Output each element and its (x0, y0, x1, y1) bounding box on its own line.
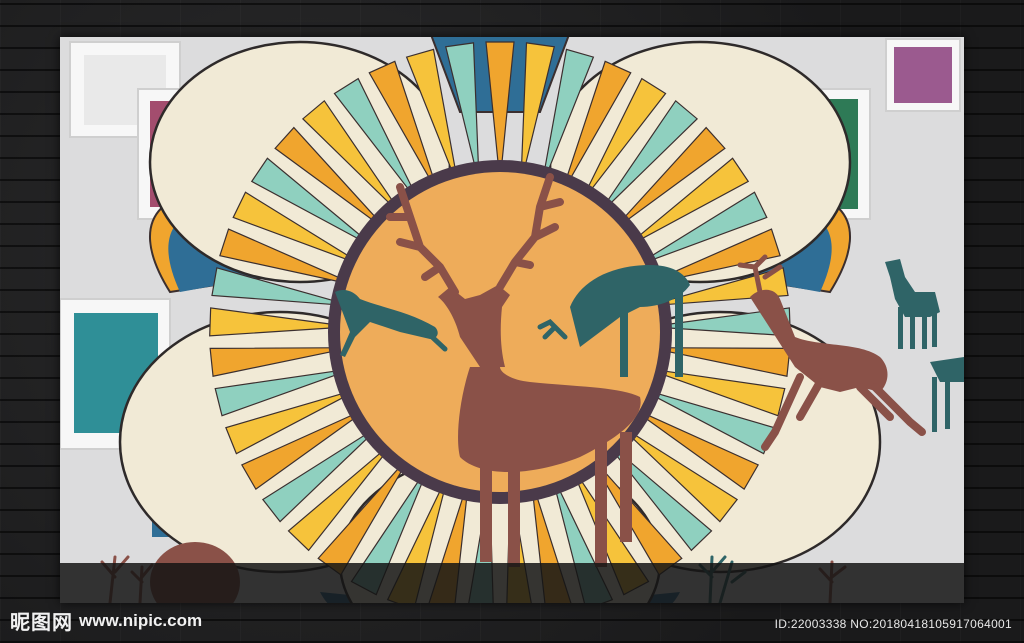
image-id-text: ID:22003338 NO:20180418105917064001 (774, 617, 1012, 631)
standing-deer (885, 259, 940, 349)
site-url: www.nipic.com (79, 610, 203, 630)
brand-name: 昵图网 (10, 612, 73, 634)
mandala-deer-illustration (60, 37, 964, 603)
nipic-logo: 昵图网 www.nipic.com (10, 606, 202, 635)
partial-deer (930, 357, 964, 432)
watermark-bar (60, 563, 964, 603)
mural-artwork (60, 37, 964, 603)
